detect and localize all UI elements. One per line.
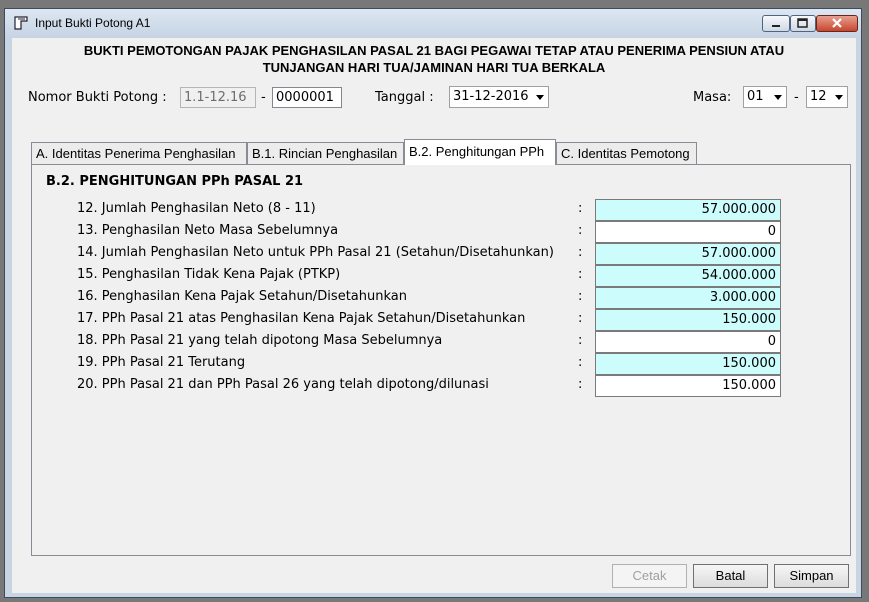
colon: :	[578, 245, 583, 260]
nomor-bukti-input[interactable]: 0000001	[272, 87, 342, 108]
row-15-value[interactable]: 54.000.000	[595, 265, 781, 287]
row-17-label: 17. PPh Pasal 21 atas Penghasilan Kena P…	[77, 311, 526, 326]
colon: :	[578, 223, 583, 238]
tanggal-label: Tanggal :	[375, 90, 434, 105]
title-bar[interactable]: Input Bukti Potong A1	[5, 9, 861, 37]
minimize-button[interactable]	[762, 15, 790, 32]
row-14-value[interactable]: 57.000.000	[595, 243, 781, 265]
row-15-label: 15. Penghasilan Tidak Kena Pajak (PTKP)	[77, 267, 341, 282]
colon: :	[578, 311, 583, 326]
colon: :	[578, 377, 583, 392]
row-20-value[interactable]: 150.000	[595, 375, 781, 397]
masa-label: Masa:	[693, 90, 732, 105]
close-icon	[832, 18, 842, 28]
colon: :	[578, 333, 583, 348]
chevron-down-icon	[536, 95, 544, 100]
masa-from-value: 01	[747, 89, 764, 104]
tab-panel-penghitungan: B.2. PENGHITUNGAN PPh PASAL 21 12. Jumla…	[31, 164, 851, 556]
row-19-value[interactable]: 150.000	[595, 353, 781, 375]
masa-to-dropdown[interactable]: 12	[806, 86, 848, 108]
row-12-value[interactable]: 57.000.000	[595, 199, 781, 221]
row-16-label: 16. Penghasilan Kena Pajak Setahun/Diset…	[77, 289, 407, 304]
row-19-label: 19. PPh Pasal 21 Terutang	[77, 355, 246, 370]
nomor-prefix-field: 1.1-12.16	[180, 87, 256, 108]
close-button[interactable]	[816, 15, 858, 32]
cetak-button[interactable]: Cetak	[612, 564, 687, 588]
row-16-value[interactable]: 3.000.000	[595, 287, 781, 309]
row-17-value[interactable]: 150.000	[595, 309, 781, 331]
tab-identitas-penerima[interactable]: A. Identitas Penerima Penghasilan	[31, 142, 247, 164]
maximize-icon	[797, 18, 808, 28]
simpan-button[interactable]: Simpan	[774, 564, 849, 588]
maximize-button[interactable]	[790, 15, 816, 32]
colon: :	[578, 267, 583, 282]
nomor-dash: -	[261, 90, 266, 105]
row-13-label: 13. Penghasilan Neto Masa Sebelumnya	[77, 223, 339, 238]
row-14-label: 14. Jumlah Penghasilan Neto untuk PPh Pa…	[77, 245, 554, 260]
colon: :	[578, 289, 583, 304]
app-icon	[14, 16, 28, 30]
tab-rincian-penghasilan[interactable]: B.1. Rincian Penghasilan	[247, 142, 404, 164]
row-13-value[interactable]: 0	[595, 221, 781, 243]
masa-dash: -	[794, 90, 799, 105]
chevron-down-icon	[835, 95, 843, 100]
row-18-label: 18. PPh Pasal 21 yang telah dipotong Mas…	[77, 333, 443, 348]
nomor-bukti-label: Nomor Bukti Potong :	[28, 90, 167, 105]
colon: :	[578, 355, 583, 370]
main-window: Input Bukti Potong A1 BUKTI PEMOTONGAN P…	[4, 8, 862, 598]
minimize-icon	[772, 25, 780, 27]
tanggal-dropdown[interactable]: 31-12-2016	[449, 86, 549, 108]
tab-penghitungan-pph[interactable]: B.2. Penghitungan PPh	[404, 139, 556, 165]
tab-identitas-pemotong[interactable]: C. Identitas Pemotong	[556, 142, 697, 164]
masa-from-dropdown[interactable]: 01	[743, 86, 787, 108]
colon: :	[578, 201, 583, 216]
row-12-label: 12. Jumlah Penghasilan Neto (8 - 11)	[77, 201, 316, 216]
row-20-label: 20. PPh Pasal 21 dan PPh Pasal 26 yang t…	[77, 377, 489, 392]
chevron-down-icon	[774, 95, 782, 100]
form-heading-line2: TUNJANGAN HARI TUA/JAMINAN HARI TUA BERK…	[262, 60, 606, 75]
section-title: B.2. PENGHITUNGAN PPh PASAL 21	[46, 174, 304, 189]
batal-button[interactable]: Batal	[693, 564, 768, 588]
dialog-body: BUKTI PEMOTONGAN PAJAK PENGHASILAN PASAL…	[12, 38, 856, 593]
form-heading-line1: BUKTI PEMOTONGAN PAJAK PENGHASILAN PASAL…	[83, 43, 785, 58]
masa-to-value: 12	[810, 89, 827, 104]
row-18-value[interactable]: 0	[595, 331, 781, 353]
tanggal-value: 31-12-2016	[453, 89, 529, 104]
window-title: Input Bukti Potong A1	[35, 16, 151, 30]
